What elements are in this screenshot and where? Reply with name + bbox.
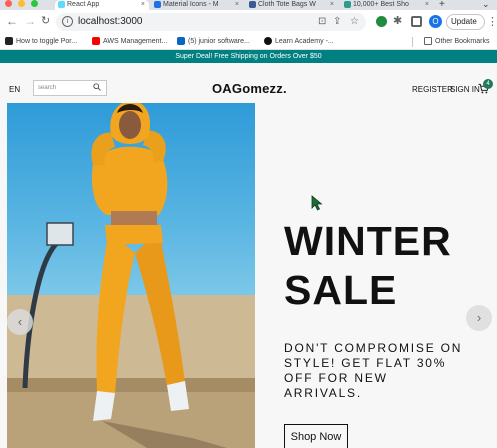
tab-title: 10,000+ Best Sho (353, 1, 409, 8)
shoes-favicon-icon (344, 1, 351, 8)
bookmark-item[interactable]: Learn Academy -... (264, 36, 334, 47)
bookmark-item[interactable]: How to toggle Por... (5, 36, 77, 47)
prev-slide-button[interactable]: ‹ (7, 309, 33, 335)
bookmarks-divider (412, 37, 413, 47)
github-favicon-icon (264, 37, 272, 45)
tab-title: Material Icons - M (163, 1, 219, 8)
tab-search-chevron-icon[interactable]: ⌄ (482, 0, 490, 10)
url-text[interactable]: localhost:3000 (78, 16, 143, 27)
share-icon[interactable]: ⇪ (333, 16, 341, 27)
extensions-puzzle-icon[interactable]: ✱ (393, 14, 402, 28)
search-icon[interactable] (93, 83, 101, 91)
install-app-icon[interactable]: ⊡ (318, 16, 326, 27)
bookmark-item[interactable]: (5) junior software... (177, 36, 250, 47)
bookmark-label: (5) junior software... (188, 38, 250, 45)
hero-description: DON'T COMPROMISE ON STYLE! GET FLAT 30% … (284, 341, 463, 400)
window-close-control[interactable] (5, 0, 12, 7)
close-tab-icon[interactable]: × (141, 0, 145, 9)
folder-icon (424, 37, 432, 45)
hero-title-line1: WINTER (284, 218, 452, 264)
signin-link[interactable]: SIGN IN (450, 85, 480, 94)
bookmark-label: Other Bookmarks (435, 38, 490, 45)
register-link[interactable]: REGISTER (412, 85, 453, 94)
browser-tab-bar: React App × Material Icons - M × Cloth T… (0, 0, 497, 10)
close-tab-icon[interactable]: × (425, 0, 429, 9)
tote-favicon-icon (249, 1, 256, 8)
tab-cloth-tote-bags[interactable]: Cloth Tote Bags W × (246, 0, 338, 10)
hero-model-image: ‹ (7, 103, 255, 448)
next-slide-button[interactable]: › (466, 305, 492, 331)
browser-toolbar: ← → ↻ i localhost:3000 ⊡ ⇪ ☆ ✱ O Update … (0, 10, 497, 34)
profile-avatar[interactable]: O (429, 15, 442, 28)
promo-announcement-bar: Super Deal! Free Shipping on Orders Over… (0, 50, 497, 63)
other-bookmarks-folder[interactable]: Other Bookmarks (424, 36, 489, 47)
bookmark-star-icon[interactable]: ☆ (350, 16, 359, 27)
window-minimize-control[interactable] (18, 0, 25, 7)
site-info-icon[interactable]: i (62, 16, 73, 27)
tab-material-icons[interactable]: Material Icons - M × (151, 0, 243, 10)
extension-green-icon[interactable] (376, 16, 387, 27)
search-input[interactable]: search (38, 85, 56, 91)
address-bar[interactable]: i localhost:3000 ⊡ ⇪ ☆ (56, 13, 366, 31)
cart-count-badge: 4 (483, 79, 493, 89)
bookmark-label: Learn Academy -... (275, 38, 334, 45)
close-tab-icon[interactable]: × (235, 0, 239, 9)
bookmark-label: AWS Management... (103, 38, 168, 45)
mouse-pointer-icon (311, 195, 323, 211)
search-box[interactable]: search (33, 80, 107, 96)
material-favicon-icon (154, 1, 161, 8)
tab-title: Cloth Tote Bags W (258, 1, 316, 8)
new-tab-button[interactable]: + (439, 0, 445, 10)
close-tab-icon[interactable]: × (330, 0, 334, 9)
language-selector[interactable]: EN (9, 85, 20, 94)
hero-title-line2: SALE (284, 267, 398, 313)
bookmark-favicon-icon (5, 37, 13, 45)
forward-button[interactable]: → (24, 14, 36, 28)
tab-title: React App (67, 1, 100, 8)
tab-react-app[interactable]: React App × (55, 0, 149, 10)
tab-best-shoes[interactable]: 10,000+ Best Sho × (341, 0, 433, 10)
shop-now-button[interactable]: Shop Now (284, 424, 348, 448)
linkedin-favicon-icon (177, 37, 185, 45)
window-zoom-control[interactable] (31, 0, 38, 7)
update-button[interactable]: Update (446, 14, 485, 30)
react-favicon-icon (58, 1, 65, 8)
aws-favicon-icon (92, 37, 100, 45)
site-navbar: EN search OAGomezz. REGISTER SIGN IN 4 (0, 63, 497, 103)
side-panel-icon[interactable] (411, 16, 422, 27)
bookmarks-bar: How to toggle Por... AWS Management... (… (0, 34, 497, 50)
browser-menu-icon[interactable]: ⋮ (487, 15, 497, 28)
site-logo[interactable]: OAGomezz. (212, 81, 287, 96)
back-button[interactable]: ← (6, 14, 18, 28)
bookmark-item[interactable]: AWS Management... (92, 36, 167, 47)
bookmark-label: How to toggle Por... (16, 38, 78, 45)
reload-button[interactable]: ↻ (41, 14, 50, 28)
